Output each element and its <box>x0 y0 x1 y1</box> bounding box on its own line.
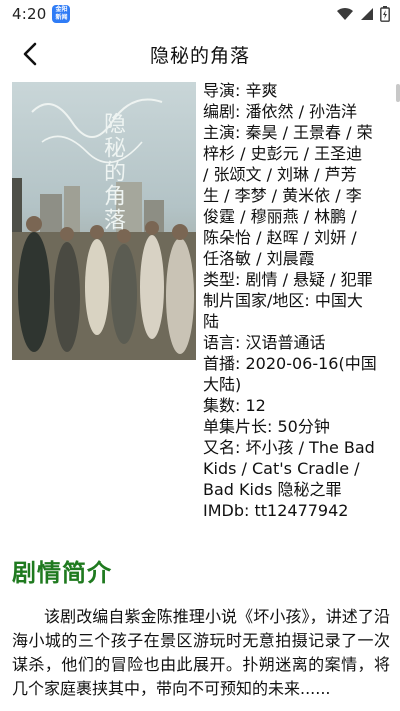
cellular-signal-icon <box>361 8 373 20</box>
status-left: 4:20 金阳 新闻 <box>12 5 71 23</box>
info-line: 集数: 12 <box>203 396 266 415</box>
page-title: 隐秘的角落 <box>149 44 250 67</box>
info-line: 大陆) <box>203 375 242 394</box>
badge-line-2: 新闻 <box>55 14 68 21</box>
synopsis-heading: 剧情简介 <box>12 559 112 587</box>
info-line: 生 / 李梦 / 黄米依 / 李 <box>203 186 362 205</box>
status-bar: 4:20 金阳 新闻 <box>0 0 400 28</box>
info-line: 俊霆 / 穆丽燕 / 林鹏 / <box>203 207 357 226</box>
drama-poster[interactable]: 隐秘的角落 <box>12 82 196 360</box>
info-line: Kids / Cat's Cradle / <box>203 459 360 478</box>
info-line: 首播: 2020-06-16(中国 <box>203 354 377 373</box>
info-line: / 张颂文 / 刘琳 / 芦芳 <box>203 165 357 184</box>
info-line: 语言: 汉语普通话 <box>203 333 326 352</box>
info-line: 又名: 坏小孩 / The Bad <box>203 438 375 457</box>
top-app-bar: 隐秘的角落 <box>0 28 400 80</box>
info-line: 导演: 辛爽 <box>203 81 278 100</box>
screen: 4:20 金阳 新闻 隐秘的角落 隐秘的角落 导演: 辛爽 编剧: 潘依然 / … <box>0 0 400 711</box>
info-line: 陆 <box>203 312 220 331</box>
info-line: 类型: 剧情 / 悬疑 / 犯罪 <box>203 270 373 289</box>
status-time: 4:20 <box>12 5 47 23</box>
info-line: 编剧: 潘依然 / 孙浩洋 <box>203 102 358 121</box>
badge-line-1: 金阳 <box>55 6 68 13</box>
info-line: 单集片长: 50分钟 <box>203 417 330 436</box>
drama-info: 导演: 辛爽 编剧: 潘依然 / 孙浩洋 主演: 秦昊 / 王景春 / 荣 梓杉… <box>203 80 393 521</box>
info-line: 陈朵怡 / 赵晖 / 刘妍 / <box>203 228 357 247</box>
info-line: IMDb: tt12477942 <box>203 501 349 520</box>
info-line: 梓杉 / 史彭元 / 王圣迪 <box>203 144 363 163</box>
status-right <box>336 6 390 22</box>
info-line: 任洛敏 / 刘晨霞 <box>203 249 315 268</box>
back-arrow-icon <box>23 42 37 66</box>
synopsis-text: 该剧改编自紫金陈推理小说《坏小孩》，讲述了沿海小城的三个孩子在景区游玩时无意拍摄… <box>12 607 390 698</box>
info-line: 主演: 秦昊 / 王景春 / 荣 <box>203 123 373 142</box>
scrollbar-thumb[interactable] <box>396 84 400 102</box>
battery-icon <box>380 6 390 22</box>
info-line: 制片国家/地区: 中国大 <box>203 291 363 310</box>
app-notification-icon: 金阳 新闻 <box>52 5 71 23</box>
poster-title-text: 隐秘的角落 <box>100 112 125 232</box>
info-line: Bad Kids 隐秘之罪 <box>203 480 342 499</box>
back-button[interactable] <box>14 38 46 70</box>
wifi-icon <box>337 7 353 20</box>
